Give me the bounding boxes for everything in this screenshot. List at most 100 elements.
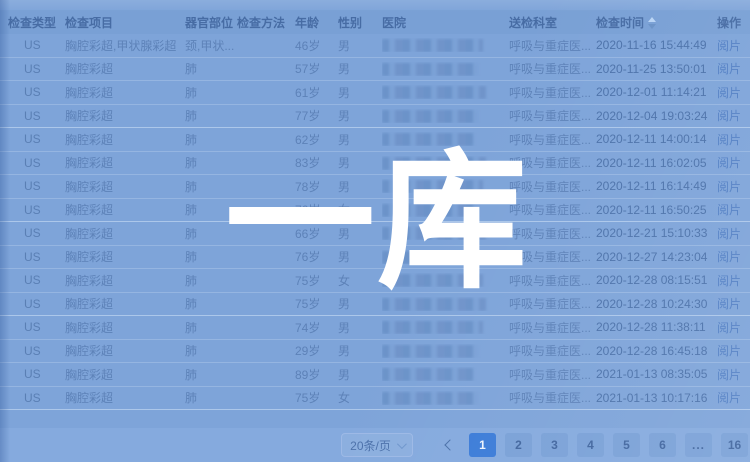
page-size-value: 20条/页 xyxy=(350,437,391,454)
organ-cell: 肺 xyxy=(185,366,237,383)
hospital-redacted-block xyxy=(382,274,483,287)
action-cell: 阅片 xyxy=(717,154,750,171)
view-images-link[interactable]: 阅片 xyxy=(717,86,741,100)
page-button-6[interactable]: 6 xyxy=(649,433,676,457)
table-row[interactable]: US 胸腔彩超 肺 75岁 女 呼吸与重症医... 2020-12-28 08:… xyxy=(0,269,750,293)
table-row[interactable]: US 胸腔彩超 肺 76岁 女 呼吸与重症医... 2020-12-11 16:… xyxy=(0,199,750,223)
page-button-16[interactable]: 16 xyxy=(721,433,748,457)
exam-item-cell: 胸腔彩超 xyxy=(65,154,185,171)
organ-cell: 肺 xyxy=(185,295,237,312)
table-row[interactable]: US 胸腔彩超 肺 62岁 男 呼吸与重症医... 2020-12-11 14:… xyxy=(0,128,750,152)
column-header-age: 年龄 xyxy=(295,14,338,31)
view-images-link[interactable]: 阅片 xyxy=(717,62,741,76)
hospital-cell xyxy=(382,132,509,146)
exam-type-cell: US xyxy=(0,273,65,287)
hospital-cell xyxy=(382,273,509,287)
organ-cell: 颈,甲状... xyxy=(185,37,237,54)
exam-time-cell: 2020-12-01 11:14:21 xyxy=(596,85,717,99)
exam-time-cell: 2020-12-21 15:10:33 xyxy=(596,226,717,240)
action-cell: 阅片 xyxy=(717,60,750,77)
hospital-cell xyxy=(382,156,509,170)
gender-cell: 男 xyxy=(338,248,382,265)
hospital-redacted-block xyxy=(382,39,483,52)
table-row[interactable]: US 胸腔彩超,甲状腺彩超 颈,甲状... 46岁 男 呼吸与重症医... 20… xyxy=(0,34,750,58)
page-button-1[interactable]: 1 xyxy=(469,433,496,457)
hospital-cell xyxy=(382,179,509,193)
hospital-cell xyxy=(382,203,509,217)
page-button-5[interactable]: 5 xyxy=(613,433,640,457)
table-row[interactable]: US 胸腔彩超 肺 57岁 男 呼吸与重症医... 2020-11-25 13:… xyxy=(0,58,750,82)
department-cell: 呼吸与重症医... xyxy=(509,84,596,101)
exam-list-page: 检查类型 检查项目 器官部位 检查方法 年龄 性别 医院 送检科室 检查时间 操… xyxy=(0,0,750,462)
prev-page-button[interactable] xyxy=(440,433,460,457)
view-images-link[interactable]: 阅片 xyxy=(717,344,741,358)
age-cell: 89岁 xyxy=(295,366,338,383)
action-cell: 阅片 xyxy=(717,248,750,265)
view-images-link[interactable]: 阅片 xyxy=(717,368,741,382)
view-images-link[interactable]: 阅片 xyxy=(717,156,741,170)
column-header-exam-item: 检查项目 xyxy=(65,14,185,31)
hospital-cell xyxy=(382,391,509,405)
table-row[interactable]: US 胸腔彩超 肺 66岁 男 呼吸与重症医... 2020-12-21 15:… xyxy=(0,222,750,246)
view-images-link[interactable]: 阅片 xyxy=(717,297,741,311)
view-images-link[interactable]: 阅片 xyxy=(717,321,741,335)
view-images-link[interactable]: 阅片 xyxy=(717,227,741,241)
exam-item-cell: 胸腔彩超 xyxy=(65,295,185,312)
gender-cell: 女 xyxy=(338,389,382,406)
exam-type-cell: US xyxy=(0,156,65,170)
hospital-cell xyxy=(382,297,509,311)
gender-cell: 男 xyxy=(338,154,382,171)
exam-time-cell: 2020-12-11 16:50:25 xyxy=(596,203,717,217)
table-row[interactable]: US 胸腔彩超 肺 83岁 男 呼吸与重症医... 2020-12-11 16:… xyxy=(0,152,750,176)
view-images-link[interactable]: 阅片 xyxy=(717,274,741,288)
department-cell: 呼吸与重症医... xyxy=(509,225,596,242)
gender-cell: 女 xyxy=(338,272,382,289)
table-row[interactable]: US 胸腔彩超 肺 75岁 女 呼吸与重症医... 2021-01-13 10:… xyxy=(0,387,750,411)
view-images-link[interactable]: 阅片 xyxy=(717,109,741,123)
table-row[interactable]: US 胸腔彩超 肺 75岁 男 呼吸与重症医... 2020-12-28 10:… xyxy=(0,293,750,317)
exam-time-cell: 2020-11-16 15:44:49 xyxy=(596,38,717,52)
view-images-link[interactable]: 阅片 xyxy=(717,39,741,53)
action-cell: 阅片 xyxy=(717,295,750,312)
column-header-organ: 器官部位 xyxy=(185,14,237,31)
age-cell: 76岁 xyxy=(295,201,338,218)
age-cell: 78岁 xyxy=(295,178,338,195)
organ-cell: 肺 xyxy=(185,178,237,195)
organ-cell: 肺 xyxy=(185,131,237,148)
view-images-link[interactable]: 阅片 xyxy=(717,133,741,147)
column-header-exam-time[interactable]: 检查时间 xyxy=(596,14,717,31)
hospital-cell xyxy=(382,38,509,52)
exam-item-cell: 胸腔彩超 xyxy=(65,248,185,265)
page-button-3[interactable]: 3 xyxy=(541,433,568,457)
table-row[interactable]: US 胸腔彩超 肺 61岁 男 呼吸与重症医... 2020-12-01 11:… xyxy=(0,81,750,105)
table-row[interactable]: US 胸腔彩超 肺 76岁 男 呼吸与重症医... 2020-12-27 14:… xyxy=(0,246,750,270)
view-images-link[interactable]: 阅片 xyxy=(717,391,741,405)
department-cell: 呼吸与重症医... xyxy=(509,131,596,148)
table-row[interactable]: US 胸腔彩超 肺 74岁 男 呼吸与重症医... 2020-12-28 11:… xyxy=(0,316,750,340)
page-size-select[interactable]: 20条/页 xyxy=(341,433,413,457)
sort-caret-icon[interactable] xyxy=(648,17,656,29)
view-images-link[interactable]: 阅片 xyxy=(717,203,741,217)
table-row[interactable]: US 胸腔彩超 肺 89岁 男 呼吸与重症医... 2021-01-13 08:… xyxy=(0,363,750,387)
more-pages-button[interactable]: ... xyxy=(685,433,712,457)
hospital-redacted-block xyxy=(382,180,483,193)
age-cell: 83岁 xyxy=(295,154,338,171)
exam-type-cell: US xyxy=(0,320,65,334)
exam-time-cell: 2020-12-28 10:24:30 xyxy=(596,297,717,311)
hospital-cell xyxy=(382,62,509,76)
table-row[interactable]: US 胸腔彩超 肺 78岁 男 呼吸与重症医... 2020-12-11 16:… xyxy=(0,175,750,199)
page-button-2[interactable]: 2 xyxy=(505,433,532,457)
exam-item-cell: 胸腔彩超 xyxy=(65,366,185,383)
hospital-redacted-block xyxy=(382,227,486,240)
hospital-redacted-block xyxy=(382,110,478,123)
page-button-4[interactable]: 4 xyxy=(577,433,604,457)
table-row[interactable]: US 胸腔彩超 肺 77岁 男 呼吸与重症医... 2020-12-04 19:… xyxy=(0,105,750,129)
view-images-link[interactable]: 阅片 xyxy=(717,250,741,264)
gender-cell: 男 xyxy=(338,366,382,383)
age-cell: 62岁 xyxy=(295,131,338,148)
organ-cell: 肺 xyxy=(185,342,237,359)
exam-type-cell: US xyxy=(0,367,65,381)
table-row[interactable]: US 胸腔彩超 肺 29岁 男 呼吸与重症医... 2020-12-28 16:… xyxy=(0,340,750,364)
view-images-link[interactable]: 阅片 xyxy=(717,180,741,194)
exam-item-cell: 胸腔彩超 xyxy=(65,342,185,359)
